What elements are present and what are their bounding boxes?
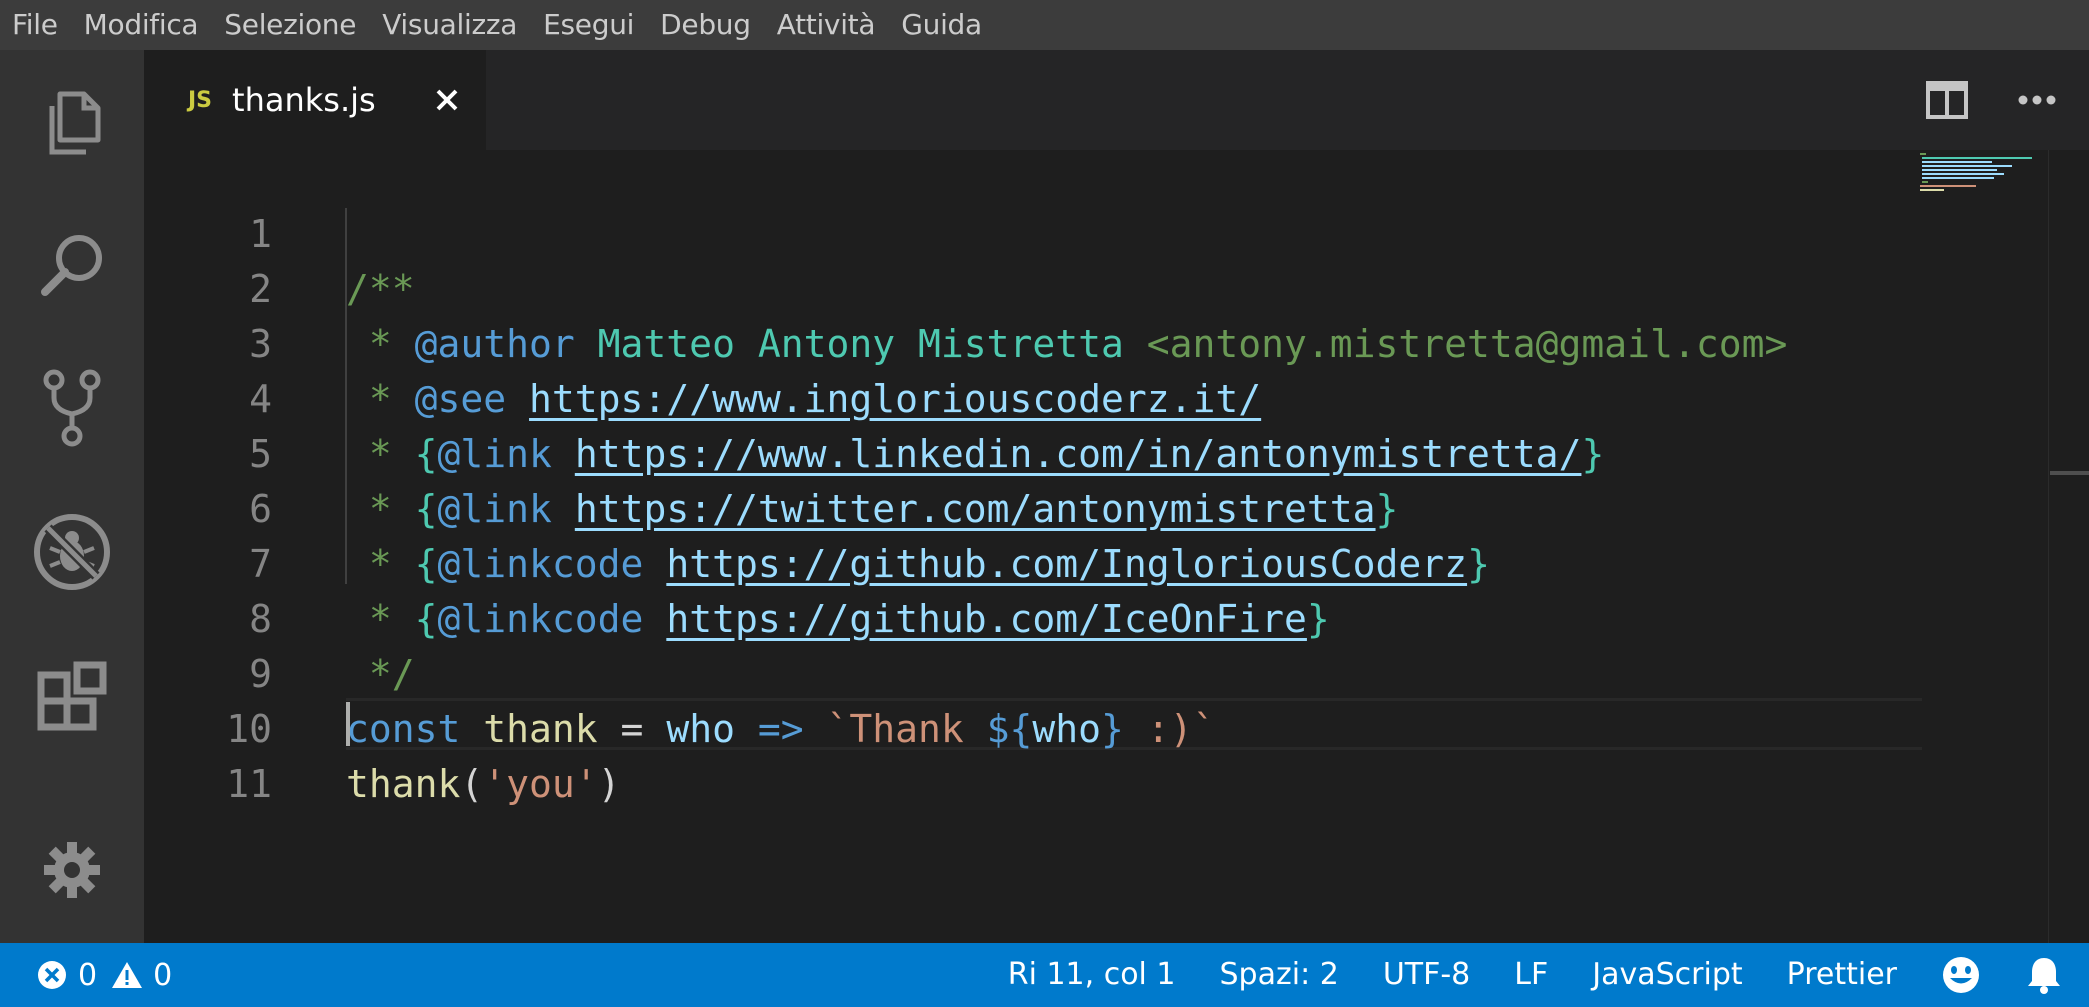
error-icon <box>38 961 66 989</box>
paren: ) <box>597 762 621 806</box>
menu-selection[interactable]: Selezione <box>211 0 369 50</box>
source-control-icon[interactable] <box>32 368 112 448</box>
menu-edit[interactable]: Modifica <box>71 0 212 50</box>
status-right: Ri 11, col 1 Spazi: 2 UTF-8 LF JavaScrip… <box>986 943 2089 1007</box>
warning-icon <box>112 962 143 988</box>
function-call: thank <box>346 762 461 806</box>
menu-bar: File Modifica Selezione Visualizza Esegu… <box>0 0 2089 50</box>
code-editor[interactable]: 1 /** 2 * @author Matteo Antony Mistrett… <box>144 150 2089 943</box>
bell-icon <box>2028 958 2060 994</box>
feedback-button[interactable] <box>1919 955 2003 995</box>
smiley-icon <box>1943 957 1979 993</box>
code-line: 6 * {@linkcode https://github.com/Inglor… <box>144 427 1924 586</box>
activity-bar <box>0 50 144 943</box>
menu-help[interactable]: Guida <box>888 0 995 50</box>
gear-icon[interactable] <box>32 830 112 910</box>
close-icon[interactable] <box>430 83 464 117</box>
menu-run[interactable]: Esegui <box>530 0 647 50</box>
tab-filename: thanks.js <box>232 81 376 119</box>
notifications-button[interactable] <box>2003 955 2089 995</box>
language-mode[interactable]: JavaScript <box>1570 943 1764 1007</box>
extensions-icon[interactable] <box>32 656 112 736</box>
scrollbar-thumb[interactable] <box>2050 471 2089 475</box>
string-literal: 'you' <box>483 762 598 806</box>
menu-file[interactable]: File <box>0 0 71 50</box>
cursor-position[interactable]: Ri 11, col 1 <box>986 943 1198 1007</box>
search-icon[interactable] <box>32 225 112 305</box>
split-editor-icon[interactable] <box>1925 80 1969 120</box>
warning-count: 0 <box>153 957 173 993</box>
vertical-scrollbar[interactable] <box>2048 150 2089 943</box>
js-file-icon: JS <box>188 87 213 113</box>
indentation[interactable]: Spazi: 2 <box>1198 943 1361 1007</box>
code-line: 7 * {@linkcode https://github.com/IceOnF… <box>144 482 1924 641</box>
end-of-line[interactable]: LF <box>1492 943 1570 1007</box>
code-line: 2 * @author Matteo Antony Mistretta <ant… <box>144 207 1924 366</box>
menu-debug[interactable]: Debug <box>647 0 764 50</box>
editor-actions <box>1925 50 2089 150</box>
problems-indicator[interactable]: 0 0 <box>36 943 186 1007</box>
tab-thanks-js[interactable]: JS thanks.js <box>144 50 486 150</box>
encoding[interactable]: UTF-8 <box>1361 943 1492 1007</box>
code-line: 11 <box>144 702 1924 806</box>
paren: ( <box>460 762 484 806</box>
code-line: 9 const thank = who => `Thank ${who} :)` <box>144 592 1924 751</box>
line-number: 11 <box>226 762 272 806</box>
code-line: 5 * {@link https://twitter.com/antonymis… <box>144 372 1924 531</box>
explorer-icon[interactable] <box>32 83 112 163</box>
code-line: 3 * @see https://www.ingloriouscoderz.it… <box>144 262 1924 421</box>
menu-view[interactable]: Visualizza <box>369 0 530 50</box>
status-bar: 0 0 Ri 11, col 1 Spazi: 2 UTF-8 LF JavaS… <box>0 943 2089 1007</box>
menu-terminal[interactable]: Attività <box>764 0 889 50</box>
code-line: 10 thank('you') <box>144 647 1924 806</box>
code-line: 1 /** <box>144 152 1924 311</box>
text-cursor <box>346 702 350 746</box>
code-line: 4 * {@link https://www.linkedin.com/in/a… <box>144 317 1924 476</box>
tab-bar: JS thanks.js <box>144 50 2089 150</box>
minimap[interactable] <box>1920 150 2050 210</box>
code-line: 8 */ <box>144 537 1924 696</box>
formatter[interactable]: Prettier <box>1765 943 1919 1007</box>
more-actions-icon[interactable] <box>2017 94 2057 106</box>
error-count: 0 <box>78 957 98 993</box>
debug-icon[interactable] <box>32 512 112 592</box>
